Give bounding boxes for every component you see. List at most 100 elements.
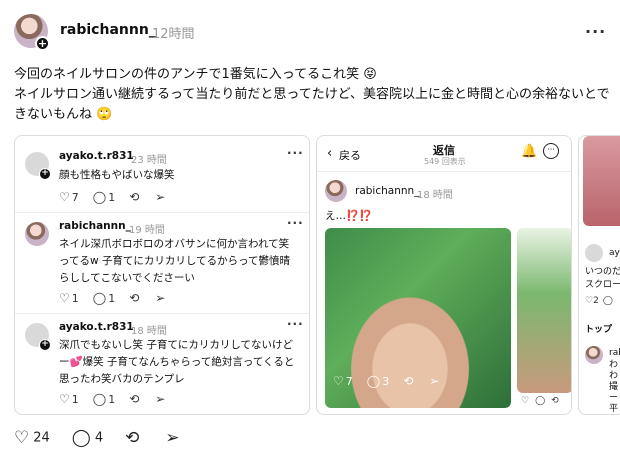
share-icon: ➢	[155, 291, 166, 305]
like-button[interactable]: ♡ 24	[14, 428, 50, 448]
comment-count: 4	[94, 430, 104, 446]
like-count: 7	[345, 375, 353, 388]
like-count: 7	[71, 191, 79, 204]
comment-text-line: ネイル深爪ボロボロのオバサンに何か言われて笑	[59, 238, 290, 250]
avatar	[585, 244, 603, 262]
comment-time: 19 時間	[129, 225, 165, 236]
comment-text-line: いつのだろ	[585, 267, 620, 277]
view-count: 549 回表示	[424, 157, 466, 166]
post-time: 12時間	[152, 27, 195, 42]
more-circle-icon: ···	[543, 143, 559, 159]
post-text-line: 今回のネイルサロンの件のアンチで1番気に入ってるこれ笑 😝	[14, 67, 377, 82]
share-icon: ➢	[165, 428, 180, 448]
comment-icon: ◯	[71, 428, 91, 448]
divider	[15, 313, 309, 314]
comment-count: 1	[108, 191, 116, 204]
like-count: 24	[33, 430, 50, 446]
comment-username: rab	[609, 348, 620, 358]
comment-icon: ◯ 1	[92, 291, 116, 305]
repost-icon: ⟲	[129, 190, 140, 204]
image-reply-screen[interactable]: ‹ 戻る 返信 549 回表示 🔔 ··· rabichannn_ 18 時間 …	[316, 135, 572, 415]
more-dots-icon[interactable]: ···	[585, 22, 606, 41]
post-time: 18 時間	[417, 190, 453, 201]
comment-text-line: 深爪でもないし笑 子育てにカリカリしてないけど	[59, 339, 294, 351]
comment-icon: ◯ 1	[92, 190, 116, 204]
comment-icon: ◯ 3	[366, 374, 390, 388]
like-count: 2	[593, 296, 599, 306]
comment-icon: ◯	[602, 296, 613, 306]
like-count: 1	[71, 393, 79, 406]
comment-actions: ♡ 1 ◯ 1 ⟲ ➢	[59, 392, 167, 406]
comment-text-line: わ	[609, 360, 619, 370]
comment-count: 1	[108, 292, 116, 305]
avatar	[585, 346, 603, 364]
like-icon: ♡ 1	[59, 291, 79, 305]
nail-photo: ♡ 7 ◯ 3 ⟲ ➢	[325, 228, 511, 408]
comment-text: わ わ 撮 ー 平	[609, 360, 619, 414]
comment-text-line: 思ったわ笑バカのテンプレ	[59, 373, 185, 385]
bell-icon: 🔔	[521, 144, 538, 159]
tab-top: トップ	[585, 325, 613, 335]
comment-button[interactable]: ◯ 4	[72, 428, 103, 448]
post-text-line: きないもんね 🙄	[14, 107, 113, 122]
follow-plus-icon: +	[39, 339, 51, 351]
like-icon: ♡ 1	[59, 392, 79, 406]
like-icon: ♡	[521, 396, 530, 406]
comment-text: 深爪でもないし笑 子育てにカリカリしてないけど ー💕爆笑 子育てなんちゃらって絶…	[59, 337, 294, 388]
comment-text-line: 平	[609, 404, 619, 414]
comment-text-line: ー💕爆笑 子育てなんちゃらって絶対言ってくると	[59, 356, 295, 368]
comment-icon: ◯	[535, 396, 546, 406]
image-comment-thread[interactable]: + ayako.t.r831 23 時間 ··· 顔も性格もやばいな爆笑 ♡ 7 …	[14, 135, 310, 415]
post-text-line: ネイルサロン通い継続するって当たり前だと思ってたけど、美容院以上に金と時間と心の…	[14, 87, 610, 102]
comment-time: 18 時間	[131, 326, 167, 337]
back-label: 戻る	[339, 149, 361, 162]
post-username: rabichannn_	[355, 185, 420, 197]
comment-text-line: スクロール	[585, 280, 620, 290]
comment-username: rabichannn_	[59, 220, 131, 232]
repost-icon: ⟲	[129, 392, 140, 406]
comment-text-line: ってるw 子育てにカリカリしてるからって鬱憤晴	[59, 255, 291, 267]
repost-icon: ⟲	[403, 374, 414, 388]
like-icon: ♡2	[585, 296, 599, 306]
share-icon: ➢	[155, 392, 166, 406]
share-button[interactable]: ➢	[165, 428, 183, 448]
repost-icon: ⟲	[551, 396, 559, 406]
share-icon: ➢	[155, 190, 166, 204]
more-dots-icon: ···	[287, 146, 304, 160]
back-chevron-icon: ‹	[327, 146, 333, 161]
product-photo	[517, 228, 571, 393]
post-text: 今回のネイルサロンの件のアンチで1番気に入ってるこれ笑 😝 ネイルサロン通い継続…	[14, 65, 610, 125]
comment-actions: ♡2 ◯	[585, 296, 613, 306]
follow-plus-icon: +	[39, 168, 51, 180]
post-actions: ♡ 24 ◯ 4 ⟲ ➢	[14, 428, 184, 448]
comment-text-line: ー	[609, 393, 619, 403]
comment-count: 1	[108, 393, 116, 406]
comment-time: 23 時間	[131, 155, 167, 166]
like-icon: ♡ 7	[333, 374, 353, 388]
comment-text-line: らししてこないでくださーい	[59, 272, 195, 284]
more-dots-icon: ···	[287, 216, 304, 230]
share-icon: ➢	[429, 374, 440, 388]
avatar	[325, 180, 347, 202]
comment-username: ayako.t.r831	[59, 321, 134, 333]
comment-text-line: わ	[609, 371, 619, 381]
comment-actions: ♡ 1 ◯ 1 ⟲ ➢	[59, 291, 167, 305]
image-partial[interactable]: aya いつのだろ スクロール ♡2 ◯ トップ rab わ わ 撮 ー 平	[578, 135, 620, 415]
avatar	[25, 222, 49, 246]
comment-actions: ♡ 7 ◯ 1 ⟲ ➢	[59, 190, 167, 204]
side-actions: ♡ ◯ ⟲	[521, 396, 559, 406]
like-count: 1	[71, 292, 79, 305]
follow-plus-icon[interactable]: +	[35, 36, 50, 51]
comment-count: 3	[382, 375, 390, 388]
photo-actions: ♡ 7 ◯ 3 ⟲ ➢	[333, 374, 441, 388]
repost-button[interactable]: ⟲	[125, 428, 143, 448]
heart-icon: ♡	[14, 428, 30, 448]
more-dots-icon: ···	[287, 317, 304, 331]
comment-text: いつのだろ スクロール	[585, 266, 620, 292]
author-username[interactable]: rabichannn_	[60, 22, 156, 38]
comment-text-line: 撮	[609, 382, 619, 392]
comment-username: ayako.t.r831	[59, 150, 134, 162]
thumb-image	[335, 278, 485, 408]
repost-icon: ⟲	[129, 291, 140, 305]
divider	[317, 171, 571, 172]
